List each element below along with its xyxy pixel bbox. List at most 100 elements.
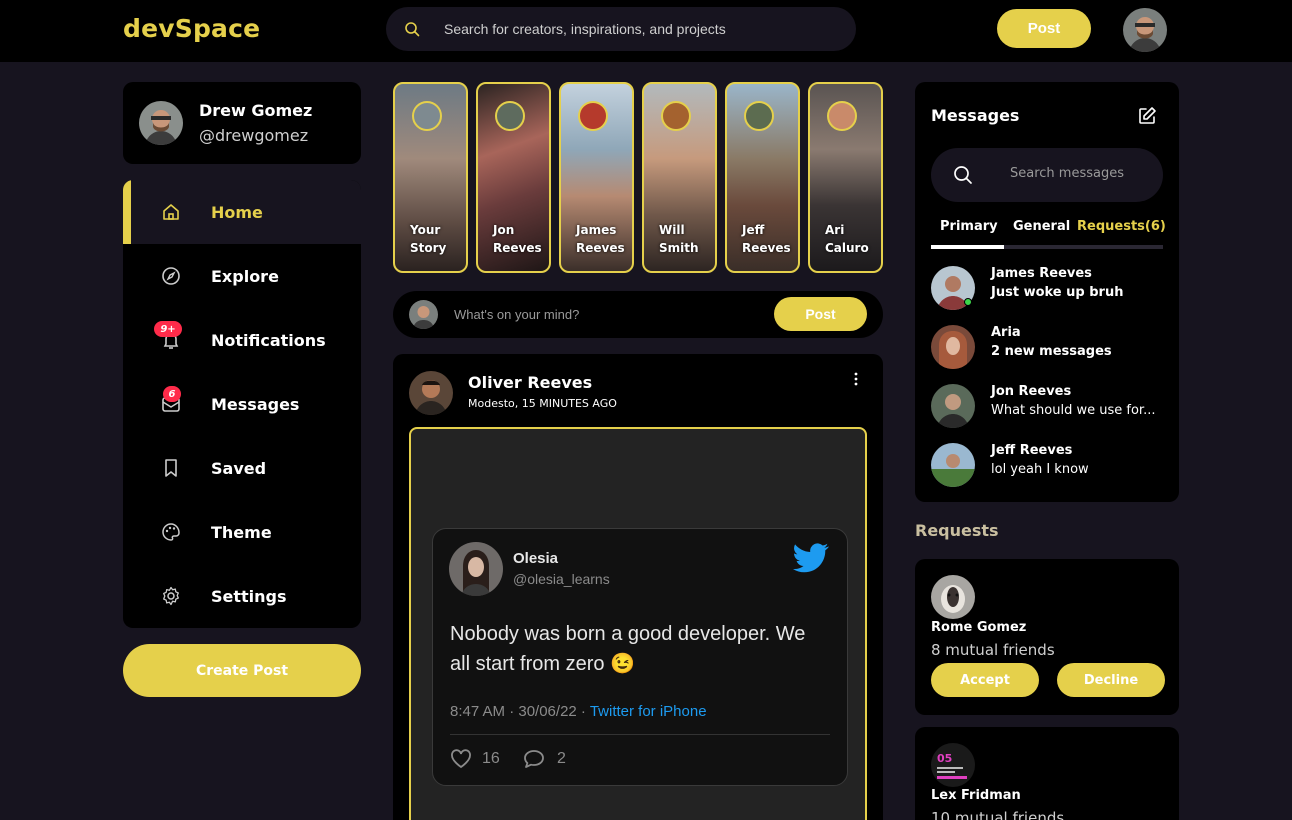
story-name: Jon Reeves — [493, 223, 542, 255]
story-avatar — [744, 101, 774, 131]
tweet-handle: @olesia_learns — [513, 571, 610, 587]
tweet-timestamp: 8:47 AM · 30/06/22 · — [450, 703, 590, 720]
sidebar: Home Explore 9+ Notifications 6 Messages… — [123, 180, 361, 628]
search-icon — [405, 22, 420, 37]
sidebar-item-home[interactable]: Home — [123, 180, 361, 244]
message-item[interactable]: James Reeves Just woke up bruh — [931, 266, 1163, 312]
post-composer: What's on your mind? Post — [393, 291, 883, 338]
message-preview: 2 new messages — [991, 344, 1112, 359]
notification-badge: 9+ — [154, 321, 182, 337]
message-sender: Jeff Reeves — [991, 443, 1073, 458]
top-navbar: devSpace Search for creators, inspiratio… — [0, 0, 1292, 62]
story-card[interactable]: Your Story — [393, 82, 468, 273]
palette-icon — [162, 523, 180, 541]
avatar[interactable] — [931, 575, 975, 619]
post-author[interactable]: Oliver Reeves — [468, 373, 592, 392]
more-options-icon[interactable] — [853, 372, 859, 386]
sidebar-item-label: Notifications — [211, 331, 326, 350]
tab-requests[interactable]: Requests(6) — [1077, 219, 1166, 234]
sidebar-item-theme[interactable]: Theme — [123, 500, 361, 564]
user-avatar[interactable] — [1123, 8, 1167, 52]
avatar — [139, 101, 183, 145]
request-name[interactable]: Rome Gomez — [931, 620, 1026, 635]
decline-button[interactable]: Decline — [1057, 663, 1165, 697]
search-input[interactable]: Search for creators, inspirations, and p… — [444, 21, 726, 37]
global-search[interactable]: Search for creators, inspirations, and p… — [386, 7, 856, 51]
accept-button[interactable]: Accept — [931, 663, 1039, 697]
sidebar-item-settings[interactable]: Settings — [123, 564, 361, 628]
story-card[interactable]: Will Smith — [642, 82, 717, 273]
messages-title: Messages — [931, 106, 1020, 125]
message-item[interactable]: Jon Reeves What should we use for... — [931, 384, 1163, 430]
story-avatar — [827, 101, 857, 131]
create-post-button[interactable]: Create Post — [123, 644, 361, 697]
story-avatar — [661, 101, 691, 131]
story-name: Your Story — [410, 223, 447, 255]
divider — [450, 734, 830, 735]
story-name: James Reeves — [576, 223, 625, 255]
sidebar-item-explore[interactable]: Explore — [123, 244, 361, 308]
messages-search-input[interactable]: Search messages — [1010, 166, 1124, 181]
sidebar-item-label: Saved — [211, 459, 267, 478]
nav-post-button[interactable]: Post — [997, 9, 1091, 48]
feed-post: Oliver Reeves Modesto, 15 MINUTES AGO Ol… — [393, 354, 883, 820]
message-preview: What should we use for... — [991, 403, 1156, 418]
sidebar-item-label: Theme — [211, 523, 272, 542]
friend-request-card: 05 Lex Fridman 10 mutual friends — [915, 727, 1179, 820]
mutual-friends: 10 mutual friends — [931, 809, 1065, 820]
messages-search[interactable]: Search messages — [931, 148, 1163, 202]
sidebar-item-notifications[interactable]: 9+ Notifications — [123, 308, 361, 372]
tab-general[interactable]: General — [1013, 219, 1070, 234]
home-icon — [163, 204, 179, 220]
sidebar-item-saved[interactable]: Saved — [123, 436, 361, 500]
app-logo[interactable]: devSpace — [123, 14, 260, 43]
sidebar-item-messages[interactable]: 6 Messages — [123, 372, 361, 436]
profile-name: Drew Gomez — [199, 101, 313, 120]
twitter-bird-icon — [793, 543, 829, 573]
request-name[interactable]: Lex Fridman — [931, 788, 1021, 803]
message-sender: Jon Reeves — [991, 384, 1072, 399]
tweet-replies: 2 — [523, 749, 566, 769]
tab-primary[interactable]: Primary — [940, 219, 998, 234]
tweet-text: Nobody was born a good developer. We all… — [450, 623, 806, 675]
svg-text:05: 05 — [937, 752, 952, 765]
avatar — [931, 384, 975, 428]
profile-handle: @drewgomez — [199, 126, 309, 145]
story-name: Will Smith — [659, 223, 699, 255]
sidebar-item-label: Home — [211, 203, 263, 222]
message-preview: Just woke up bruh — [991, 285, 1124, 300]
message-item[interactable]: Aria 2 new messages — [931, 325, 1163, 371]
message-item[interactable]: Jeff Reeves lol yeah I know — [931, 443, 1163, 489]
mutual-friends: 8 mutual friends — [931, 641, 1055, 659]
story-avatar — [578, 101, 608, 131]
profile-card[interactable]: Drew Gomez @drewgomez — [123, 82, 361, 164]
edit-icon[interactable] — [1137, 106, 1157, 126]
tweet-author: Olesia — [513, 550, 559, 567]
heart-icon — [451, 749, 471, 769]
online-indicator — [964, 298, 972, 306]
story-card[interactable]: Jon Reeves — [476, 82, 551, 273]
tweet-likes: 16 — [450, 749, 500, 769]
story-card[interactable]: Ari Caluro — [808, 82, 883, 273]
message-sender: Aria — [991, 325, 1021, 340]
bookmark-icon — [165, 459, 177, 477]
friend-request-card: Rome Gomez 8 mutual friends Accept Decli… — [915, 559, 1179, 715]
sidebar-item-label: Messages — [211, 395, 300, 414]
tweet-card: Olesia @olesia_learns Nobody was born a … — [432, 528, 848, 786]
story-card[interactable]: James Reeves — [559, 82, 634, 273]
avatar[interactable]: 05 — [931, 743, 975, 787]
story-card[interactable]: Jeff Reeves — [725, 82, 800, 273]
gear-icon — [163, 586, 179, 606]
compass-icon — [162, 267, 180, 285]
avatar — [449, 542, 503, 596]
post-image[interactable]: Olesia @olesia_learns Nobody was born a … — [409, 427, 867, 820]
composer-post-button[interactable]: Post — [774, 297, 867, 331]
story-name: Ari Caluro — [825, 223, 869, 255]
requests-title: Requests — [915, 521, 999, 540]
messages-panel: Messages Search messages Primary General… — [915, 82, 1179, 502]
sidebar-item-label: Settings — [211, 587, 287, 606]
story-avatar — [495, 101, 525, 131]
avatar[interactable] — [409, 371, 453, 415]
composer-input[interactable]: What's on your mind? — [454, 307, 579, 322]
replies-count: 2 — [557, 750, 566, 767]
